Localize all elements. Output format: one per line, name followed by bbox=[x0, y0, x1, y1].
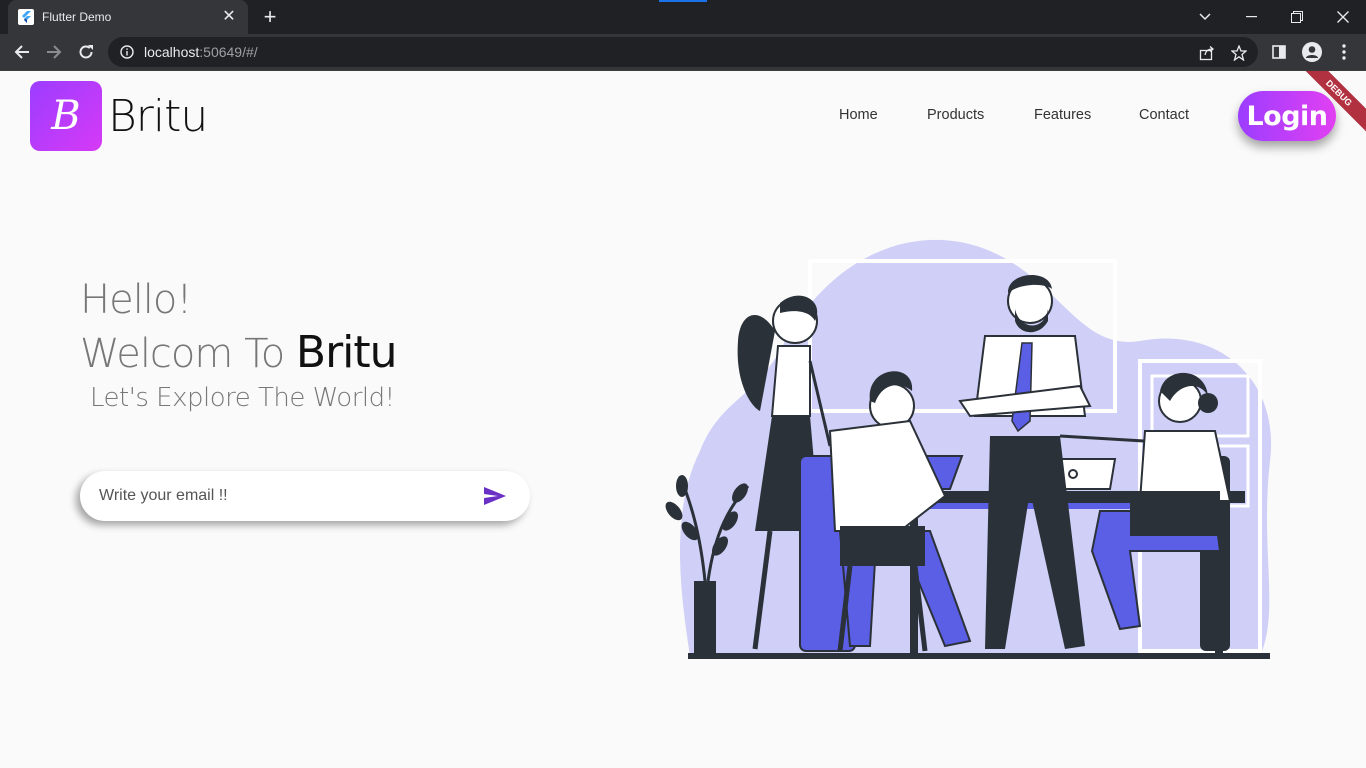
nav-home[interactable]: Home bbox=[839, 107, 878, 123]
browser-tab[interactable]: Flutter Demo ✕ bbox=[8, 0, 248, 34]
address-bar[interactable]: localhost:50649/#/ bbox=[108, 37, 1258, 67]
brand-name: Britu bbox=[108, 91, 208, 142]
hero-welcome-brand: Britu bbox=[295, 327, 398, 378]
kebab-menu-icon[interactable] bbox=[1330, 38, 1358, 66]
hero-subtitle: Let's Explore The World! bbox=[90, 383, 395, 413]
team-meeting-illustration bbox=[665, 239, 1272, 659]
back-button[interactable] bbox=[8, 38, 36, 66]
tab-close-icon[interactable]: ✕ bbox=[220, 8, 238, 26]
arrow-left-icon bbox=[14, 45, 29, 59]
email-input[interactable] bbox=[99, 487, 482, 505]
send-icon[interactable] bbox=[482, 483, 508, 509]
hero-hello: Hello! bbox=[80, 277, 192, 323]
side-panel-icon[interactable] bbox=[1265, 38, 1293, 66]
restore-button[interactable] bbox=[1274, 0, 1320, 34]
tab-title: Flutter Demo bbox=[42, 10, 112, 24]
browser-tabstrip: Flutter Demo ✕ + bbox=[0, 0, 1366, 34]
hero-welcome-prefix: Welcom To bbox=[80, 331, 296, 377]
login-button[interactable]: Login bbox=[1238, 91, 1336, 141]
browser-toolbar: localhost:50649/#/ bbox=[0, 34, 1366, 71]
close-window-button[interactable] bbox=[1320, 0, 1366, 34]
reload-button[interactable] bbox=[72, 38, 100, 66]
url-host: localhost bbox=[144, 44, 200, 60]
page-viewport: B Britu Home Products Features Contact L… bbox=[0, 71, 1366, 768]
minimize-button[interactable] bbox=[1228, 0, 1274, 34]
profile-icon[interactable] bbox=[1298, 38, 1326, 66]
email-subscribe bbox=[80, 471, 530, 521]
url-path: :50649/#/ bbox=[199, 44, 258, 60]
hero-welcome: Welcom To Britu bbox=[80, 327, 398, 378]
info-icon[interactable] bbox=[120, 45, 134, 59]
arrow-right-icon bbox=[47, 45, 62, 59]
share-icon[interactable] bbox=[1198, 44, 1216, 62]
new-tab-button[interactable]: + bbox=[258, 5, 282, 29]
flutter-favicon-icon bbox=[18, 9, 34, 25]
forward-button[interactable] bbox=[40, 38, 68, 66]
nav-products[interactable]: Products bbox=[927, 107, 984, 123]
nav-contact[interactable]: Contact bbox=[1139, 107, 1189, 123]
reload-icon bbox=[79, 45, 93, 59]
brand-logo[interactable]: B bbox=[30, 81, 102, 151]
star-icon[interactable] bbox=[1230, 44, 1248, 62]
nav-features[interactable]: Features bbox=[1034, 107, 1091, 123]
tab-search-indicator bbox=[659, 0, 707, 2]
logo-letter: B bbox=[51, 93, 81, 139]
tab-search-chevron-icon[interactable] bbox=[1182, 0, 1228, 34]
